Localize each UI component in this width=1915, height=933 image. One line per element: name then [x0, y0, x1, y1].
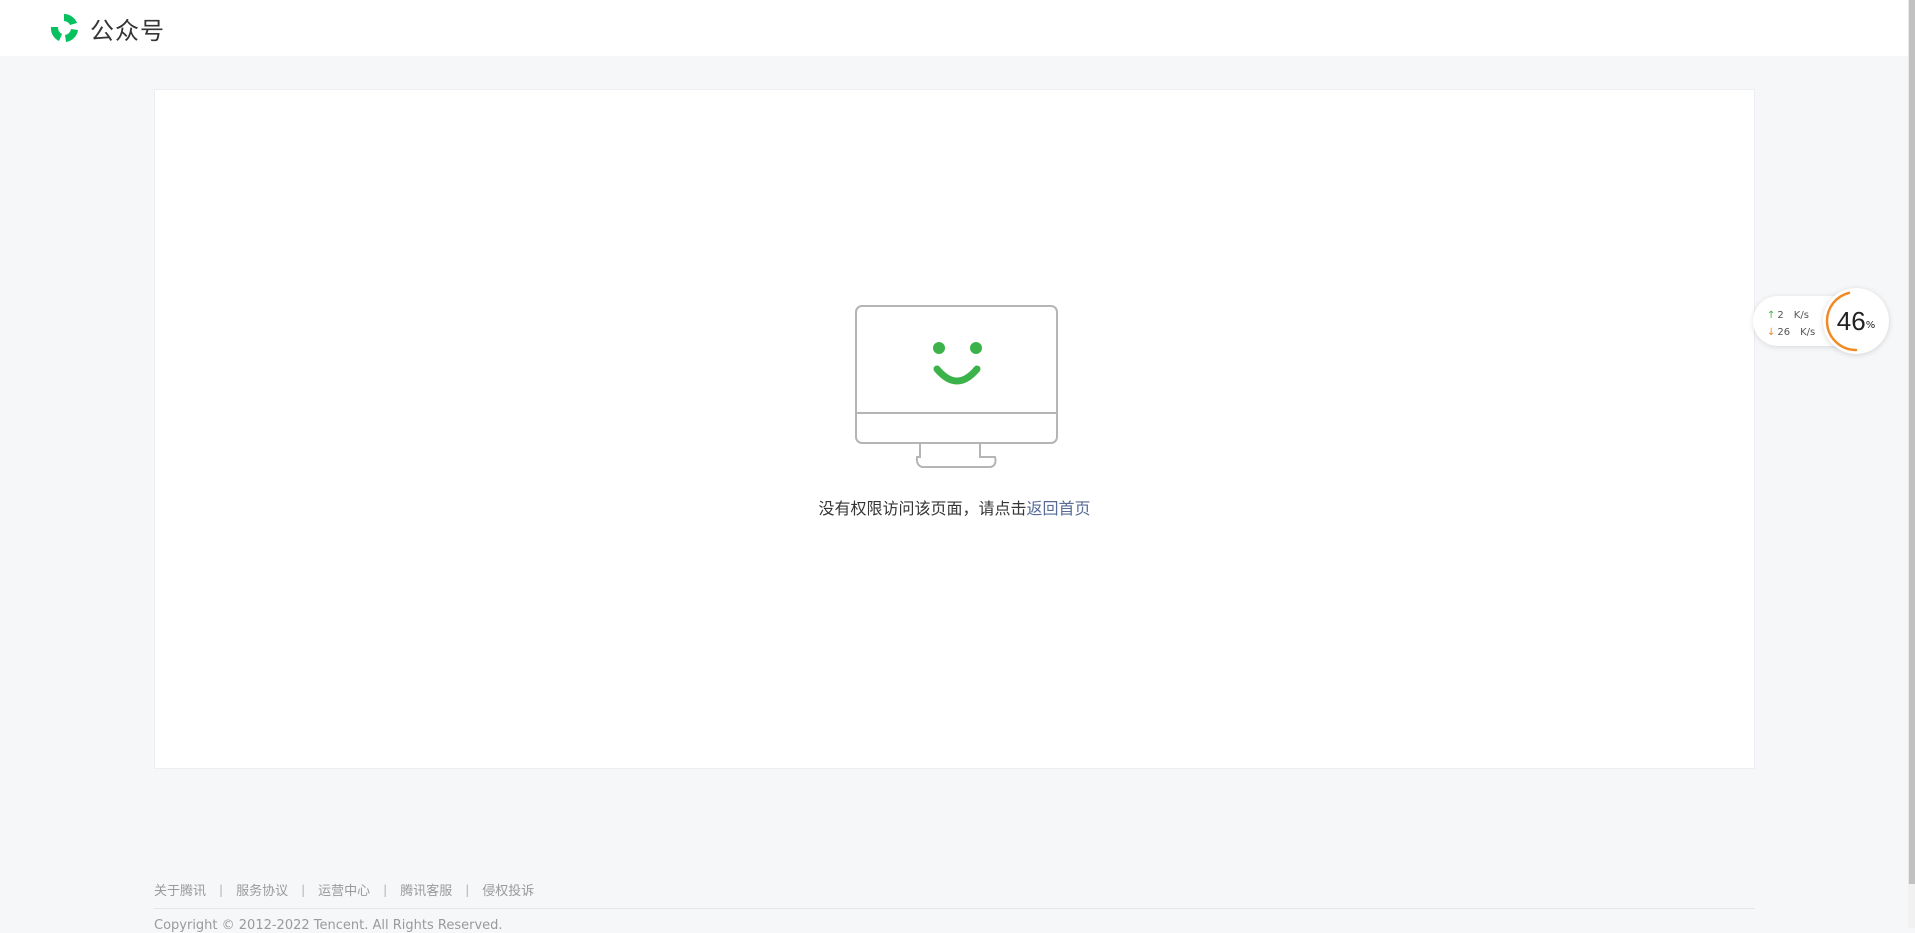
download-speed-unit: K/s: [1800, 327, 1816, 338]
logo[interactable]: 公众号: [46, 10, 165, 46]
upload-speed: ↑ 2 K/s: [1767, 310, 1809, 321]
copyright-text: Copyright © 2012-2022 Tencent. All Right…: [154, 918, 503, 933]
footer-divider: [154, 908, 1755, 909]
footer-link-about-tencent[interactable]: 关于腾讯: [154, 880, 206, 899]
message-text: 没有权限访问该页面，请点击: [818, 499, 1027, 518]
usage-percent-value: 46: [1836, 305, 1866, 336]
return-home-link[interactable]: 返回首页: [1027, 499, 1091, 518]
footer-links: 关于腾讯 | 服务协议 | 运营中心 | 腾讯客服 | 侵权投诉: [154, 880, 534, 900]
vertical-scrollbar[interactable]: [1908, 0, 1915, 884]
upload-speed-unit: K/s: [1793, 310, 1809, 321]
main-card: 没有权限访问该页面，请点击返回首页: [154, 89, 1755, 769]
footer-link-tencent-support[interactable]: 腾讯客服: [400, 880, 452, 899]
top-bar: 公众号: [0, 0, 1912, 56]
footer-separator: |: [301, 882, 306, 897]
download-speed-value: 26: [1777, 327, 1791, 338]
no-permission-message: 没有权限访问该页面，请点击返回首页: [155, 495, 1754, 519]
scrollbar-track: [1908, 884, 1915, 928]
upload-speed-value: 2: [1777, 310, 1784, 321]
download-speed: ↓ 26 K/s: [1767, 327, 1815, 338]
footer-link-operation-center[interactable]: 运营中心: [318, 880, 370, 899]
usage-gauge-label: 46%: [1823, 288, 1889, 354]
upload-arrow-icon: ↑: [1767, 310, 1776, 321]
footer-link-infringement-report[interactable]: 侵权投诉: [482, 880, 534, 899]
wechat-official-account-logo-icon: [50, 14, 78, 42]
monitor-smile-icon: [855, 305, 1058, 468]
footer-separator: |: [219, 882, 224, 897]
footer-separator: |: [465, 882, 470, 897]
footer-separator: |: [383, 882, 388, 897]
logo-text: 公众号: [90, 16, 165, 45]
download-arrow-icon: ↓: [1767, 327, 1776, 338]
usage-percent-unit: %: [1865, 319, 1876, 331]
footer-link-service-agreement[interactable]: 服务协议: [236, 880, 288, 899]
usage-gauge[interactable]: 46%: [1823, 288, 1889, 354]
network-speed-widget[interactable]: ↑ 2 K/s ↓ 26 K/s 46%: [1753, 288, 1889, 354]
